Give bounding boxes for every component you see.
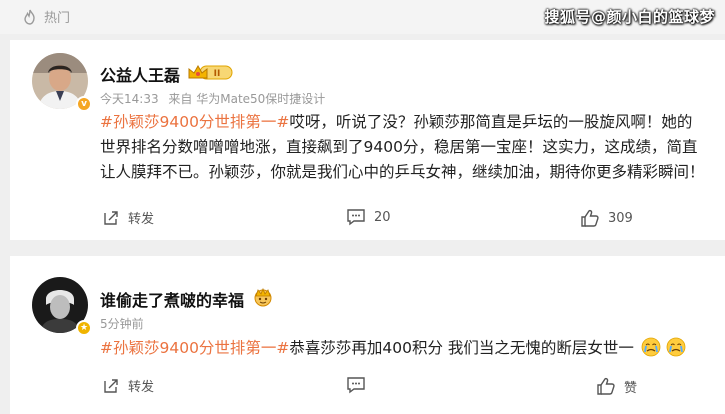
vip-level-badge: II bbox=[186, 63, 234, 81]
verified-badge-icon: ★ bbox=[76, 320, 92, 336]
hashtag-link[interactable]: #孙颖莎9400分世排第一# bbox=[100, 339, 289, 357]
top-bar: 热门 搜狐号@颜小白的篮球梦 bbox=[0, 0, 725, 34]
comment-button[interactable] bbox=[346, 376, 374, 394]
crown-icon: II bbox=[188, 64, 233, 80]
action-bar: 转发 20 309 bbox=[10, 208, 725, 232]
author-name[interactable]: 谁偷走了煮啵的幸福 bbox=[100, 287, 244, 311]
comment-count: 20 bbox=[374, 209, 391, 225]
post-time: 5分钟前 bbox=[100, 317, 144, 331]
hashtag-link[interactable]: #孙颖莎9400分世排第一# bbox=[100, 113, 289, 131]
crown-icon bbox=[254, 287, 272, 307]
post-card: ★ 谁偷走了煮啵的幸福 5分钟前 #孙颖莎9400分世排第一#恭喜莎莎再加400… bbox=[10, 256, 725, 414]
like-button[interactable]: 309 bbox=[580, 208, 633, 228]
action-bar: 转发 赞 bbox=[10, 376, 725, 400]
watermark-text: 搜狐号@颜小白的篮球梦 bbox=[544, 8, 715, 26]
post-meta: 5分钟前 bbox=[100, 315, 144, 332]
verified-badge-icon: v bbox=[76, 96, 92, 112]
comment-icon bbox=[347, 209, 365, 226]
fire-icon bbox=[24, 9, 35, 25]
repost-button[interactable]: 转发 bbox=[102, 376, 154, 395]
post-meta: 今天14:33 来自 华为Mate50保时捷设计 bbox=[100, 90, 325, 107]
post-source: 来自 华为Mate50保时捷设计 bbox=[168, 92, 326, 106]
like-label: 赞 bbox=[624, 380, 638, 396]
repost-label: 转发 bbox=[128, 212, 155, 227]
post-body: 恭喜莎莎再加400积分 我们当之无愧的断层女世一 bbox=[289, 339, 634, 357]
crying-emoji-icon bbox=[641, 337, 661, 365]
repost-icon bbox=[104, 210, 118, 225]
thumbs-up-icon bbox=[581, 209, 599, 227]
post-card: v 公益人王磊 II 今天14:33 来自 华为Mate50保时捷设计 #孙颖莎… bbox=[10, 40, 725, 240]
comment-icon bbox=[347, 377, 365, 394]
post-time: 今天14:33 bbox=[100, 92, 159, 106]
repost-icon bbox=[104, 378, 118, 393]
thumbs-up-icon bbox=[597, 377, 615, 395]
like-count: 309 bbox=[608, 210, 633, 226]
hot-section-header: 热门 bbox=[22, 7, 70, 26]
crying-emoji-icon bbox=[666, 337, 686, 365]
post-content: #孙颖莎9400分世排第一#哎呀，听说了没？孙颖莎那简直是乒坛的一股旋风啊！她的… bbox=[100, 110, 705, 185]
repost-button[interactable]: 转发 bbox=[102, 208, 154, 227]
comment-button[interactable]: 20 bbox=[346, 208, 391, 226]
author-name[interactable]: 公益人王磊 bbox=[100, 62, 180, 86]
repost-label: 转发 bbox=[128, 380, 155, 395]
level-text: II bbox=[214, 69, 221, 79]
like-button[interactable]: 赞 bbox=[596, 376, 637, 396]
post-content: #孙颖莎9400分世排第一#恭喜莎莎再加400积分 我们当之无愧的断层女世一 bbox=[100, 336, 705, 365]
hot-label: 热门 bbox=[44, 11, 71, 26]
